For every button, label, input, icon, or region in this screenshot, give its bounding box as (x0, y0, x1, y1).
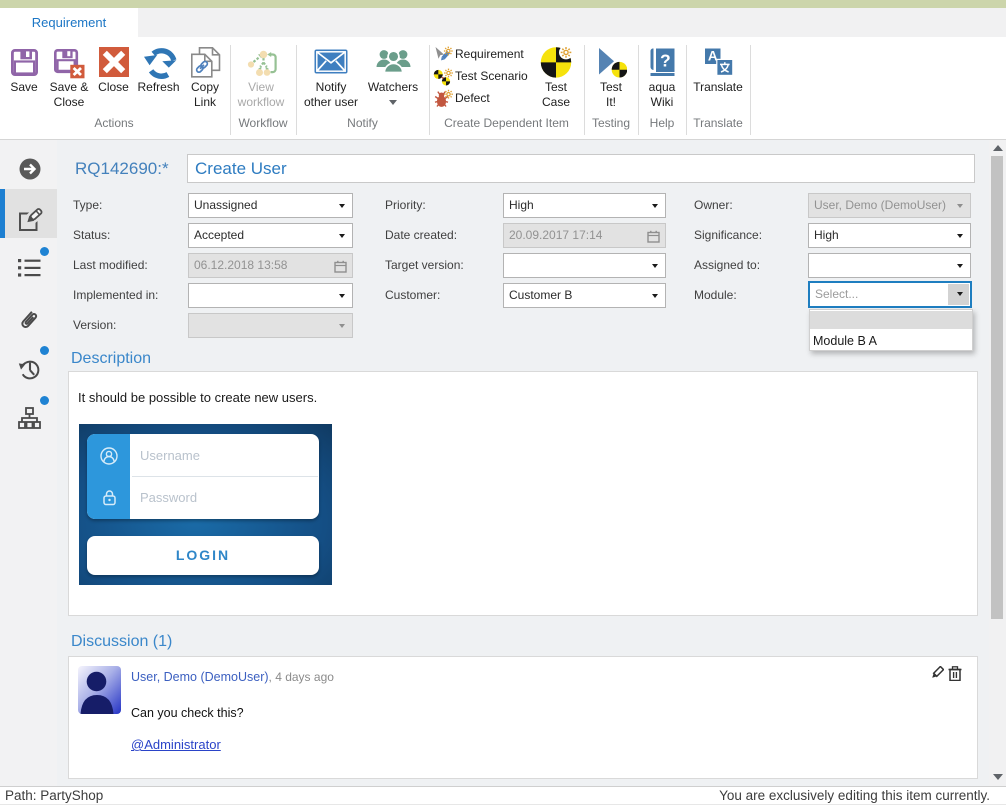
svg-text:?: ? (660, 51, 671, 71)
